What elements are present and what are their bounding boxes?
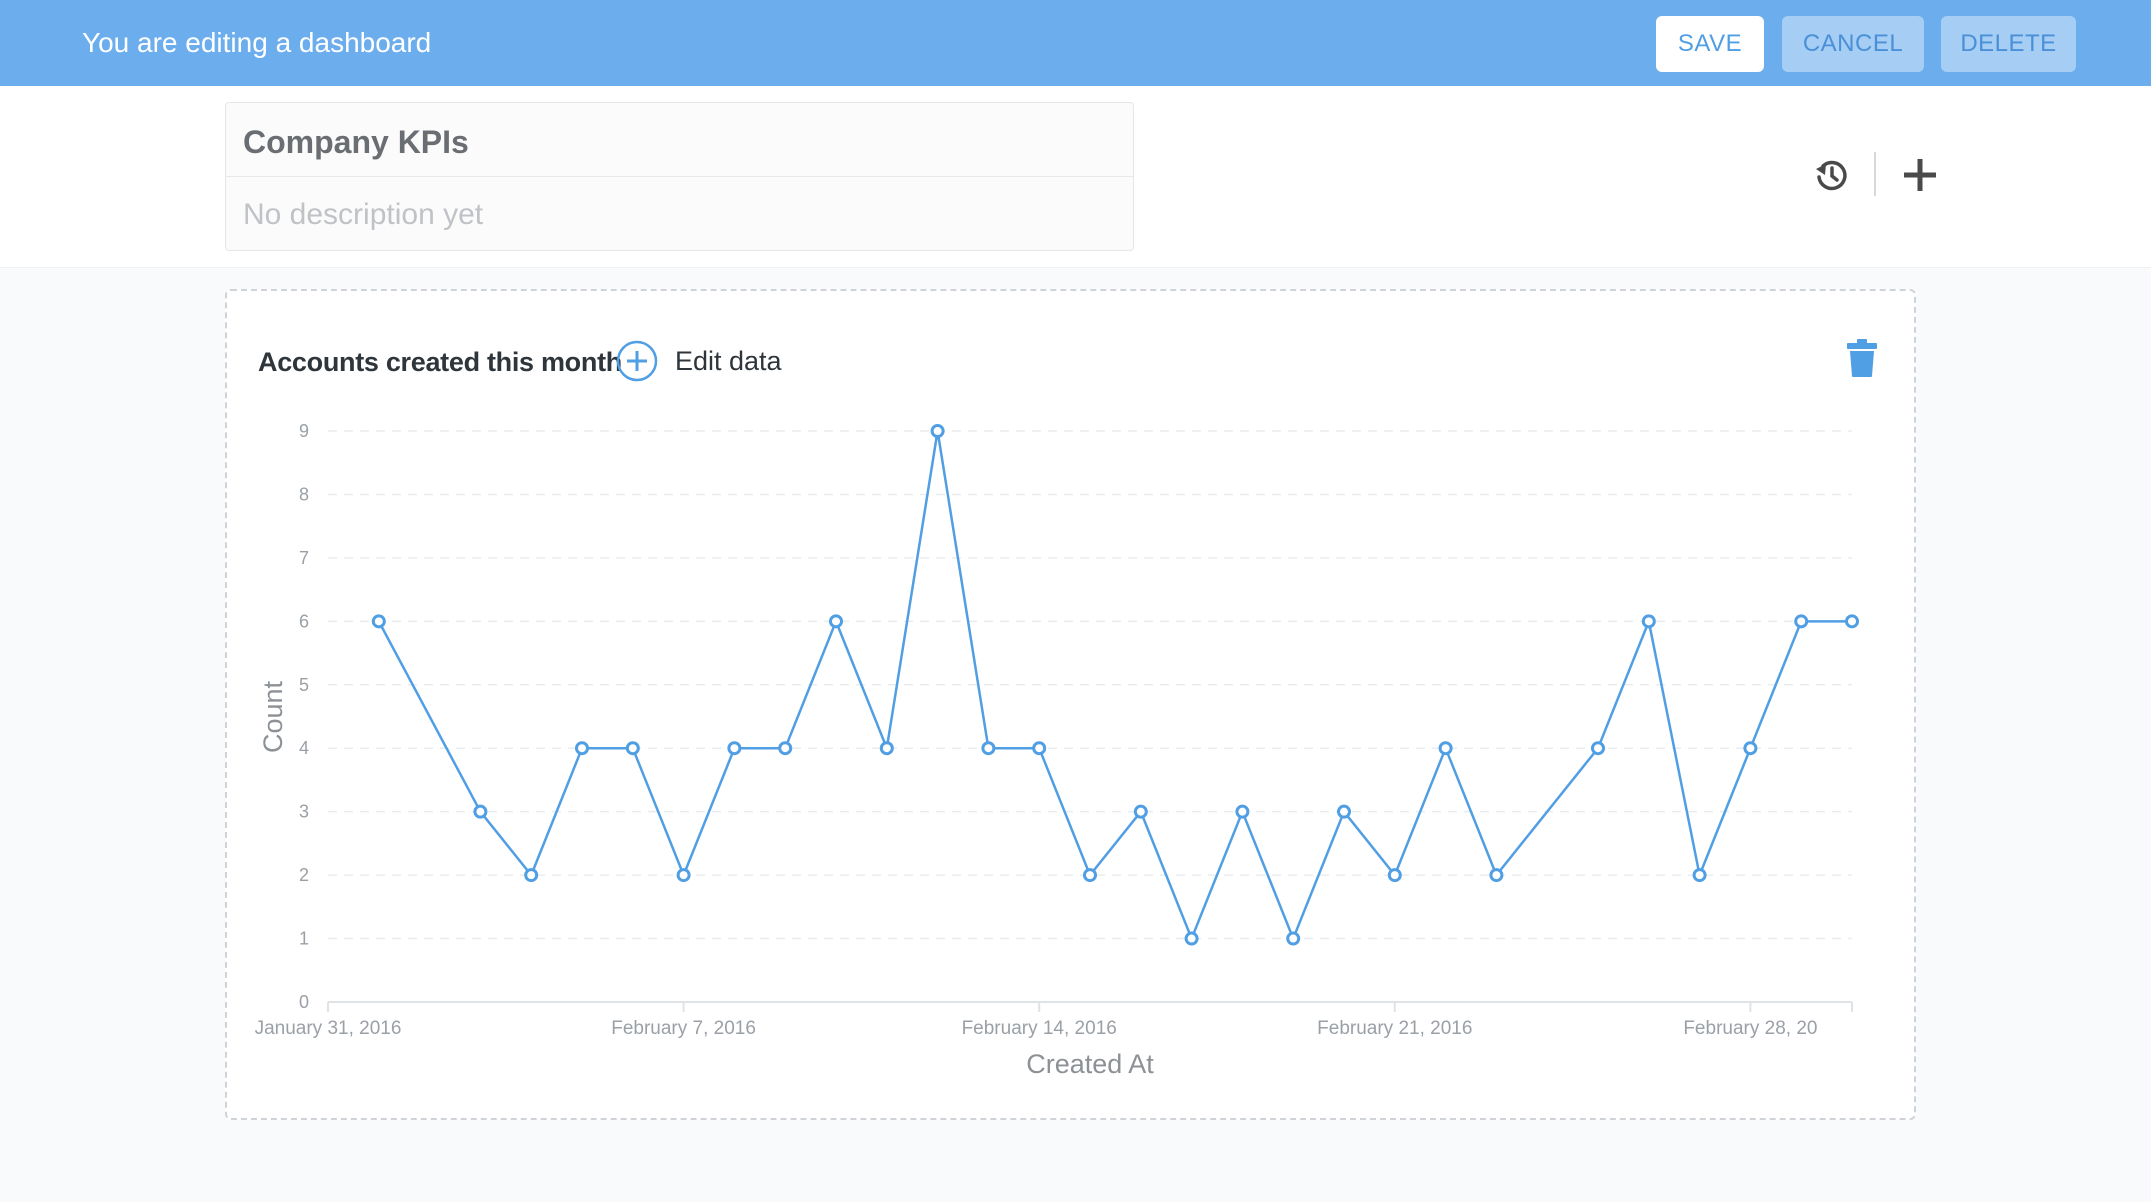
data-point [524, 868, 539, 883]
y-tick-label: 4 [299, 738, 309, 758]
data-point [371, 614, 386, 629]
data-point [1743, 741, 1758, 756]
data-point [1489, 868, 1504, 883]
y-tick-label: 5 [299, 675, 309, 695]
y-axis-label: Count [258, 680, 288, 753]
y-tick-label: 3 [299, 802, 309, 822]
data-point [1641, 614, 1656, 629]
data-point [575, 741, 589, 756]
y-tick-label: 8 [299, 484, 309, 504]
data-point [778, 741, 793, 756]
data-point [981, 741, 996, 756]
line-chart: 0 1 2 3 4 5 6 7 8 9 January 31, 2016 February 7, 20… [255, 421, 1859, 1079]
data-point [1438, 741, 1453, 756]
data-point [1591, 741, 1605, 756]
data-point [829, 614, 843, 629]
y-tick-label: 9 [299, 421, 309, 441]
data-point [930, 424, 945, 438]
data-point [473, 804, 488, 819]
data-point [1235, 804, 1250, 819]
x-tick-label: January 31, 2016 [255, 1018, 402, 1039]
x-tick-label: February 14, 2016 [962, 1018, 1117, 1039]
data-point [1083, 868, 1097, 883]
data-point [1794, 614, 1809, 629]
y-tick-label: 1 [299, 929, 309, 949]
y-tick-label: 2 [299, 865, 309, 885]
data-point [1286, 931, 1301, 946]
data-point [727, 741, 742, 756]
data-point [879, 741, 894, 756]
data-point [1032, 741, 1047, 756]
data-point [1337, 804, 1351, 819]
data-point [1387, 868, 1402, 883]
x-axis-label: Created At [1026, 1049, 1154, 1079]
data-point [1133, 804, 1148, 819]
data-point [625, 741, 640, 756]
data-point [1845, 614, 1859, 629]
data-point [1692, 868, 1707, 883]
y-tick-label: 7 [299, 548, 309, 568]
x-tick-label: February 21, 2016 [1317, 1018, 1472, 1039]
data-point [676, 868, 691, 883]
y-tick-label: 0 [299, 992, 309, 1012]
data-point [1184, 931, 1199, 946]
y-tick-label: 6 [299, 611, 309, 631]
x-tick-label: February 7, 2016 [611, 1018, 756, 1039]
x-tick-label: February 28, 20 [1683, 1018, 1817, 1039]
